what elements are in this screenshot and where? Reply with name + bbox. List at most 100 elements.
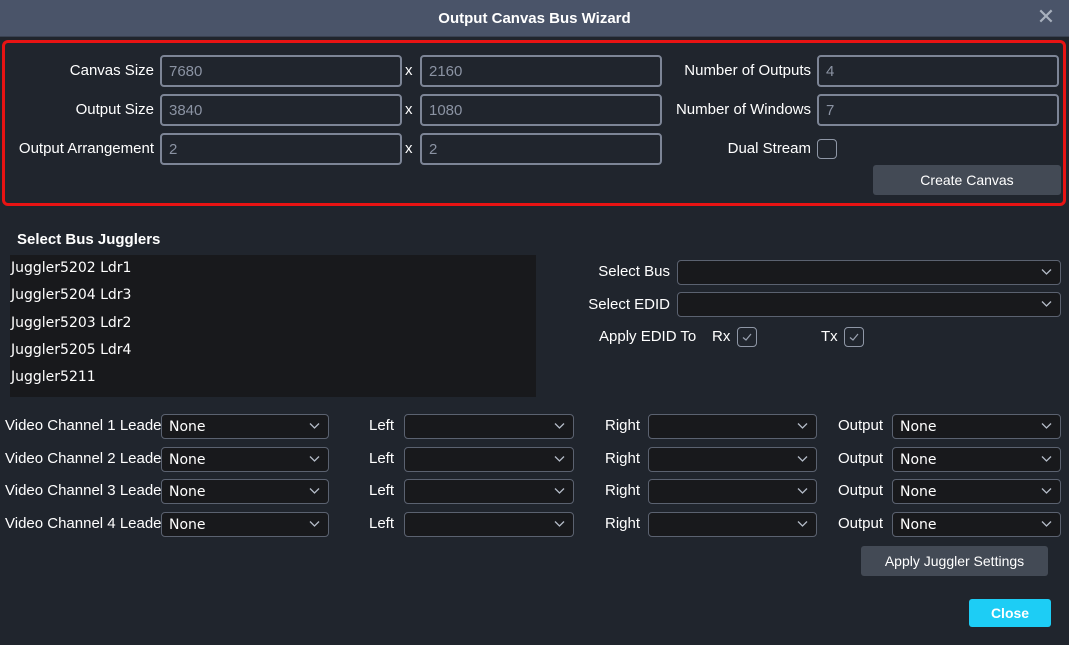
output-label: Output [838, 450, 884, 467]
output-height-input[interactable] [420, 94, 662, 126]
checkmark-icon [849, 333, 859, 341]
chevron-down-icon [1041, 269, 1052, 275]
chevron-down-icon [554, 488, 565, 494]
select-edid-label: Select EDID [588, 296, 670, 313]
apply-juggler-settings-button[interactable]: Apply Juggler Settings [861, 546, 1048, 576]
close-button[interactable]: Close [969, 599, 1051, 627]
video-channel-leader-label: Video Channel 2 Leader [5, 450, 167, 467]
num-outputs-input[interactable] [817, 55, 1059, 87]
left-label: Left [369, 417, 395, 434]
output-label: Output [838, 417, 884, 434]
output-value: None [900, 419, 937, 435]
right-dropdown[interactable] [648, 414, 817, 439]
output-dropdown[interactable]: None [892, 414, 1061, 439]
juggler-list[interactable]: Juggler5202 Ldr1 Juggler5204 Ldr3 Juggle… [10, 255, 536, 397]
chevron-down-icon [309, 488, 320, 494]
dual-stream-checkbox[interactable] [817, 139, 837, 159]
chevron-down-icon [797, 456, 808, 462]
canvas-width-input[interactable] [160, 55, 402, 87]
video-channel-leader-label: Video Channel 4 Leader [5, 515, 167, 532]
chevron-down-icon [1041, 488, 1052, 494]
output-dropdown[interactable]: None [892, 447, 1061, 472]
chevron-down-icon [797, 521, 808, 527]
chevron-down-icon [309, 521, 320, 527]
right-dropdown[interactable] [648, 447, 817, 472]
chevron-down-icon [554, 456, 565, 462]
chevron-down-icon [1041, 423, 1052, 429]
select-bus-dropdown[interactable] [677, 260, 1061, 285]
apply-edid-label: Apply EDID To [599, 328, 697, 345]
dual-stream-label: Dual Stream [727, 140, 811, 157]
output-value: None [900, 452, 937, 468]
right-label: Right [605, 482, 641, 499]
tx-label: Tx [821, 328, 838, 345]
left-dropdown[interactable] [404, 414, 574, 439]
juggler-list-item[interactable]: Juggler5204 Ldr3 [10, 282, 536, 309]
video-channel-leader-label: Video Channel 1 Leader [5, 417, 167, 434]
window-title: Output Canvas Bus Wizard [438, 9, 631, 27]
juggler-list-item[interactable]: Juggler5202 Ldr1 [10, 255, 536, 282]
chevron-down-icon [554, 423, 565, 429]
chevron-down-icon [797, 423, 808, 429]
right-dropdown[interactable] [648, 512, 817, 537]
leader-value: None [169, 484, 206, 500]
output-arrangement-label: Output Arrangement [18, 140, 154, 157]
right-dropdown[interactable] [648, 479, 817, 504]
rx-label: Rx [712, 328, 731, 345]
chevron-down-icon [554, 521, 565, 527]
right-label: Right [605, 417, 641, 434]
arrangement-cols-input[interactable] [160, 133, 402, 165]
output-value: None [900, 517, 937, 533]
video-channel-leader-dropdown[interactable]: None [161, 414, 329, 439]
arrangement-rows-input[interactable] [420, 133, 662, 165]
title-bar: Output Canvas Bus Wizard ✕ [0, 0, 1069, 37]
video-channel-leader-dropdown[interactable]: None [161, 512, 329, 537]
output-size-label: Output Size [75, 101, 154, 118]
chevron-down-icon [1041, 456, 1052, 462]
output-label: Output [838, 482, 884, 499]
leader-value: None [169, 452, 206, 468]
num-windows-input[interactable] [817, 94, 1059, 126]
juggler-list-item[interactable]: Juggler5205 Ldr4 [10, 337, 536, 364]
canvas-size-x: x [405, 62, 413, 79]
num-outputs-label: Number of Outputs [684, 62, 811, 79]
rx-checkbox[interactable] [737, 327, 757, 347]
video-channel-leader-label: Video Channel 3 Leader [5, 482, 167, 499]
chevron-down-icon [309, 423, 320, 429]
juggler-list-item[interactable]: Juggler5203 Ldr2 [10, 310, 536, 337]
select-edid-dropdown[interactable] [677, 292, 1061, 317]
canvas-height-input[interactable] [420, 55, 662, 87]
chevron-down-icon [1041, 521, 1052, 527]
right-label: Right [605, 450, 641, 467]
output-dropdown[interactable]: None [892, 479, 1061, 504]
select-bus-jugglers-title: Select Bus Jugglers [17, 231, 161, 248]
leader-value: None [169, 517, 206, 533]
leader-value: None [169, 419, 206, 435]
chevron-down-icon [797, 488, 808, 494]
video-channel-leader-dropdown[interactable]: None [161, 447, 329, 472]
left-label: Left [369, 450, 395, 467]
chevron-down-icon [309, 456, 320, 462]
tx-checkbox[interactable] [844, 327, 864, 347]
output-label: Output [838, 515, 884, 532]
checkmark-icon [742, 333, 752, 341]
output-dropdown[interactable]: None [892, 512, 1061, 537]
arrangement-x: x [405, 140, 413, 157]
select-bus-label: Select Bus [598, 263, 670, 280]
close-x-icon[interactable]: ✕ [1035, 6, 1057, 28]
left-label: Left [369, 515, 395, 532]
output-size-x: x [405, 101, 413, 118]
create-canvas-button[interactable]: Create Canvas [873, 165, 1061, 195]
left-dropdown[interactable] [404, 479, 574, 504]
chevron-down-icon [1041, 301, 1052, 307]
output-width-input[interactable] [160, 94, 402, 126]
left-label: Left [369, 482, 395, 499]
num-windows-label: Number of Windows [675, 101, 811, 118]
left-dropdown[interactable] [404, 447, 574, 472]
juggler-list-item[interactable]: Juggler5211 [10, 364, 536, 391]
output-value: None [900, 484, 937, 500]
right-label: Right [605, 515, 641, 532]
video-channel-leader-dropdown[interactable]: None [161, 479, 329, 504]
left-dropdown[interactable] [404, 512, 574, 537]
canvas-size-label: Canvas Size [69, 62, 154, 79]
